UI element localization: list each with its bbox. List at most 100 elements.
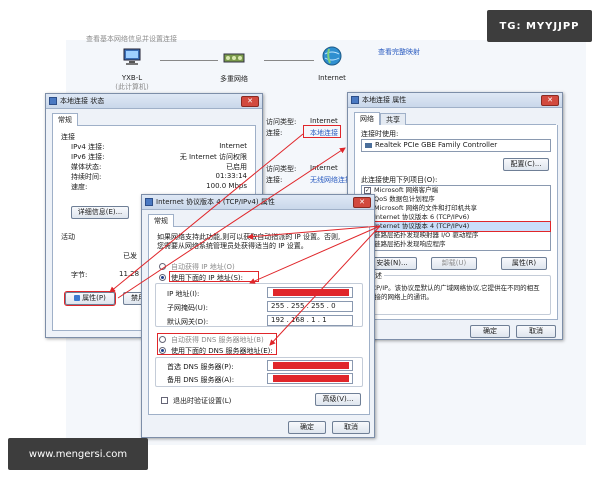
access-type-label-2: 访问类型: <box>266 165 297 173</box>
properties-tabs: 网络 共享 <box>354 112 556 125</box>
connect-using-label: 连接时使用: <box>361 130 399 138</box>
properties-button[interactable]: 属性(P) <box>64 291 116 306</box>
list-item[interactable]: ✓Internet 协议版本 4 (TCP/IPv4) <box>361 221 551 232</box>
tab-general[interactable]: 常规 <box>148 214 174 227</box>
window-icon <box>145 198 153 206</box>
status-row-label: 速度: <box>71 183 88 191</box>
dns1-label: 首选 DNS 服务器(P): <box>167 363 234 371</box>
status-tabs: 常规 <box>52 113 256 126</box>
close-icon[interactable]: ✕ <box>541 95 559 106</box>
status-row-value: 100.0 Mbps <box>206 182 247 190</box>
item-label: Microsoft 网络的文件和打印机共享 <box>374 204 478 212</box>
list-item[interactable]: ✓链路层拓扑发现映射器 I/O 驱动程序 <box>362 231 550 240</box>
computer-sub: (此计算机) <box>115 83 149 91</box>
dns2-redacted <box>273 375 349 382</box>
ipv4-title: Internet 协议版本 4 (TCP/IPv4) 属性 <box>156 198 275 206</box>
tab-general[interactable]: 常规 <box>52 113 78 126</box>
gateway-input[interactable]: 192 . 168 . 1 . 1 <box>267 315 353 326</box>
configure-button[interactable]: 配置(C)... <box>503 158 549 171</box>
description-text: TCP/IP。该协议是默认的广域网络协议,它提供在不同的相互连接的网络上的通讯。 <box>368 284 540 301</box>
item-label: 链路层拓扑发现映射器 I/O 驱动程序 <box>374 231 479 239</box>
status-row-label: 持续时间: <box>71 173 102 181</box>
computer-icon <box>123 48 141 65</box>
connections-label-1: 连接: <box>266 129 283 137</box>
list-item[interactable]: ✓Microsoft 网络的文件和打印机共享 <box>362 204 550 213</box>
connections-label-2: 连接: <box>266 176 283 184</box>
tab-network[interactable]: 网络 <box>354 112 380 125</box>
item-label: QoS 数据包计划程序 <box>374 195 435 203</box>
local-connection-highlight <box>303 125 341 138</box>
window-icon <box>49 97 57 105</box>
mask-label: 子网掩码(U): <box>167 304 208 312</box>
access-type-label-1: 访问类型: <box>266 118 297 126</box>
status-row-label: IPv4 连接: <box>71 143 105 151</box>
dns1-redacted <box>273 362 349 369</box>
status-row-label: IPv6 连接: <box>71 153 105 161</box>
item-properties-button[interactable]: 属性(R) <box>501 257 547 270</box>
list-item[interactable]: ✓链路层拓扑发现响应程序 <box>362 240 550 249</box>
dns2-label: 备用 DNS 服务器(A): <box>167 376 235 384</box>
properties-panel: 连接时使用: Realtek PCIe GBE Family Controlle… <box>354 125 558 320</box>
status-row-value: 已启用 <box>226 163 247 171</box>
status-titlebar[interactable]: 本地连接 状态 ✕ <box>46 94 262 109</box>
properties-titlebar[interactable]: 本地连接 属性 ✕ <box>348 93 562 108</box>
manual-ip-highlight <box>169 271 259 282</box>
full-map-link[interactable]: 查看完整映射 <box>378 47 420 57</box>
intro-line-2: 您需要从网络系统管理员处获得适当的 IP 设置。 <box>157 242 308 250</box>
ipv4-window: Internet 协议版本 4 (TCP/IPv4) 属性 ✕ 常规 如果网络支… <box>141 194 375 438</box>
advanced-button[interactable]: 高级(V)... <box>315 393 361 406</box>
items-list[interactable]: ✓Microsoft 网络客户端✓QoS 数据包计划程序✓Microsoft 网… <box>361 185 551 251</box>
items-label: 此连接使用下列项目(O): <box>361 176 438 184</box>
internet-label: Internet <box>318 74 346 82</box>
dns-highlight <box>157 333 277 355</box>
properties-ok-button[interactable]: 确定 <box>470 325 510 338</box>
ipv4-tabs: 常规 <box>148 214 368 227</box>
ipv4-ok-button[interactable]: 确定 <box>288 421 326 434</box>
window-icon <box>351 96 359 104</box>
list-item[interactable]: ✓Internet 协议版本 6 (TCP/IPv6) <box>362 213 550 222</box>
mask-input[interactable]: 255 . 255 . 255 . 0 <box>267 301 353 312</box>
list-item[interactable]: ✓QoS 数据包计划程序 <box>362 195 550 204</box>
properties-cancel-button[interactable]: 取消 <box>516 325 556 338</box>
wireless-connection-link[interactable]: 无线网络连接 <box>310 175 352 185</box>
ipv4-cancel-button[interactable]: 取消 <box>332 421 370 434</box>
ip-label: IP 地址(I): <box>167 290 200 298</box>
close-icon[interactable]: ✕ <box>353 197 371 208</box>
ipv4-titlebar[interactable]: Internet 协议版本 4 (TCP/IPv4) 属性 ✕ <box>142 195 374 210</box>
item-label: 链路层拓扑发现响应程序 <box>374 240 446 248</box>
uninstall-button[interactable]: 卸载(U) <box>431 257 477 270</box>
adapter-field: Realtek PCIe GBE Family Controller <box>361 139 551 152</box>
auto-ip-radio[interactable] <box>159 263 166 270</box>
validate-checkbox[interactable] <box>161 397 168 404</box>
manual-ip-radio[interactable] <box>159 274 166 281</box>
access-value-1: Internet <box>310 117 338 125</box>
internet-node[interactable]: Internet <box>307 46 357 82</box>
computer-node[interactable]: YXB-L (此计算机) <box>102 48 162 92</box>
item-label: Microsoft 网络客户端 <box>374 186 439 194</box>
network-node[interactable]: 多重网络 <box>204 48 264 84</box>
bytes-label: 字节: <box>71 271 88 279</box>
ip-redacted <box>273 289 349 296</box>
status-row-value: Internet <box>219 142 247 150</box>
computer-name: YXB-L <box>121 74 143 82</box>
properties-title: 本地连接 属性 <box>362 96 407 104</box>
section-activity: 活动 <box>61 233 75 241</box>
adapter-name: Realtek PCIe GBE Family Controller <box>375 141 498 149</box>
bytes-value: 11,28 <box>119 270 140 278</box>
status-title: 本地连接 状态 <box>60 97 105 105</box>
tab-sharing[interactable]: 共享 <box>380 113 406 125</box>
status-row-value: 无 Internet 访问权限 <box>179 153 247 161</box>
shield-icon <box>74 295 81 301</box>
network-icon <box>223 53 245 63</box>
list-item[interactable]: ✓ Microsoft 网络客户端 <box>362 186 550 195</box>
close-icon[interactable]: ✕ <box>241 96 259 107</box>
validate-label: 退出时验证设置(L) <box>173 397 232 405</box>
item-checkbox[interactable]: ✓ <box>364 187 371 194</box>
gateway-label: 默认网关(D): <box>167 318 209 326</box>
sent-label: 已发 <box>123 252 137 260</box>
item-label: Internet 协议版本 6 (TCP/IPv6) <box>374 213 470 221</box>
description-group: 描述 TCP/IP。该协议是默认的广域网络协议,它提供在不同的相互连接的网络上的… <box>361 271 551 315</box>
network-label: 多重网络 <box>220 75 248 83</box>
status-row-value: 01:33:14 <box>215 172 247 180</box>
details-button[interactable]: 详细信息(E)... <box>71 206 129 219</box>
